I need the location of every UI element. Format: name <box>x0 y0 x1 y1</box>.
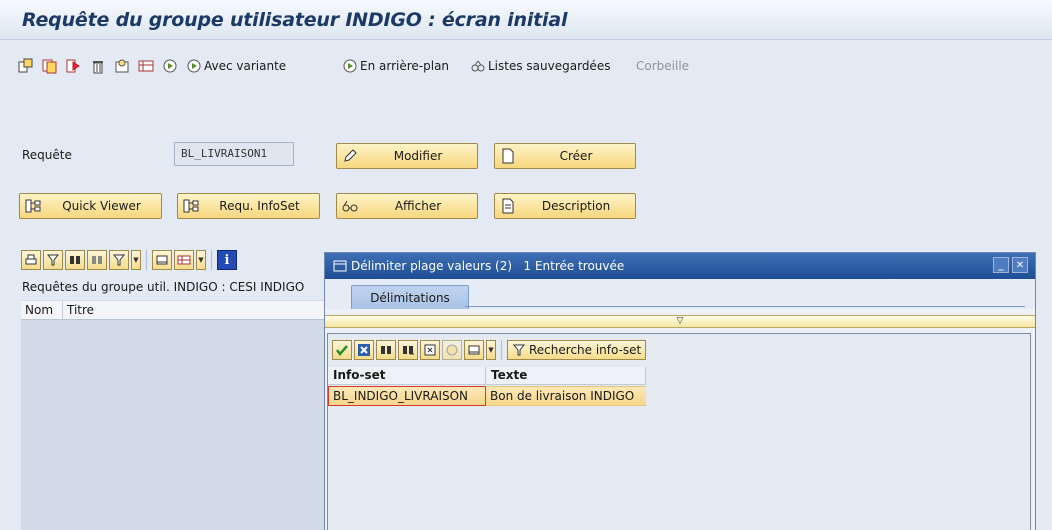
corbeille-label: Corbeille <box>636 59 690 73</box>
print-preview-icon[interactable] <box>464 340 484 360</box>
recherche-info-set-label: Recherche info-set <box>529 343 642 357</box>
dialog-title-bar: Délimiter plage valeurs (2) 1 Entrée tro… <box>325 253 1035 279</box>
value-help-dialog: Délimiter plage valeurs (2) 1 Entrée tro… <box>324 252 1036 530</box>
cell-info-set[interactable]: BL_INDIGO_LIVRAISON <box>328 386 486 406</box>
tab-delimitations[interactable]: Délimitations <box>351 285 469 309</box>
afficher-button[interactable]: Afficher <box>336 193 478 219</box>
find-next-icon[interactable] <box>87 250 107 270</box>
modifier-button[interactable]: Modifier <box>336 143 478 169</box>
filter-icon <box>512 344 526 356</box>
query-list <box>21 300 331 530</box>
listes-sauvegardees-button[interactable]: Listes sauvegardées <box>470 55 610 77</box>
tab-underline <box>465 306 1025 307</box>
recherche-info-set-button[interactable]: Recherche info-set <box>507 340 647 360</box>
creer-button[interactable]: Créer <box>494 143 636 169</box>
description-button[interactable]: Description <box>494 193 636 219</box>
column-header-info-set[interactable]: Info-set <box>328 367 486 384</box>
avec-variante-button[interactable]: Avec variante <box>186 55 286 77</box>
glasses-icon <box>337 194 363 218</box>
quick-viewer-button[interactable]: Quick Viewer <box>19 193 162 219</box>
list-toolbar: ▼ ▼ i <box>21 248 237 272</box>
infoset-icon <box>20 194 46 218</box>
toolbar-separator <box>146 250 147 270</box>
en-arriere-plan-button[interactable]: En arrière-plan <box>342 55 449 77</box>
help-icon[interactable] <box>442 340 462 360</box>
creer-label: Créer <box>559 149 593 163</box>
execute-icon[interactable] <box>18 55 34 77</box>
page-title: Requête du groupe utilisateur INDIGO : é… <box>22 9 568 31</box>
title-bar: Requête du groupe utilisateur INDIGO : é… <box>0 0 1052 40</box>
cancel-icon[interactable] <box>354 340 374 360</box>
en-arriere-plan-label: En arrière-plan <box>360 59 450 73</box>
column-header-texte[interactable]: Texte <box>486 367 646 384</box>
requete-field[interactable]: BL_LIVRAISON1 <box>174 142 294 166</box>
results-toolbar: ▼ Recherche info-set <box>332 340 647 360</box>
new-document-icon <box>495 144 521 168</box>
layout-dropdown-icon[interactable]: ▼ <box>196 250 206 270</box>
infoset-icon <box>178 194 204 218</box>
sort-icon[interactable] <box>420 340 440 360</box>
filter-icon[interactable] <box>109 250 129 270</box>
print-icon[interactable] <box>138 55 154 77</box>
close-icon[interactable]: ✕ <box>1012 257 1028 273</box>
layout-icon[interactable] <box>174 250 194 270</box>
query-list-header: Nom Titre <box>21 301 331 320</box>
requete-label: Requête <box>22 148 72 162</box>
print-dropdown-icon[interactable]: ▼ <box>486 340 496 360</box>
dialog-tabstrip: Délimitations <box>325 279 1035 309</box>
collapse-restrictions-toggle[interactable]: ▽ <box>325 315 1035 328</box>
description-label: Description <box>541 199 611 213</box>
print-preview-icon[interactable] <box>152 250 172 270</box>
column-header-titre[interactable]: Titre <box>63 301 331 319</box>
copy-icon[interactable] <box>42 55 58 77</box>
pencil-icon <box>337 144 363 168</box>
checkmark-icon[interactable] <box>332 340 352 360</box>
application-toolbar: Avec variante En arrière-plan Listes sau… <box>0 40 1052 96</box>
dialog-title: Délimiter plage valeurs (2) 1 Entrée tro… <box>351 259 625 273</box>
toolbar-separator <box>501 340 502 360</box>
afficher-label: Afficher <box>394 199 442 213</box>
delete-icon[interactable] <box>90 55 106 77</box>
filter-table-icon[interactable] <box>43 250 63 270</box>
corbeille-button: Corbeille <box>636 55 689 77</box>
requ-infoset-button[interactable]: Requ. InfoSet <box>177 193 320 219</box>
document-edit-icon <box>495 194 521 218</box>
find-next-icon[interactable] <box>398 340 418 360</box>
sort-icon[interactable] <box>114 55 130 77</box>
results-grid: ▼ Recherche info-set Info-set Texte BL_I… <box>327 333 1031 530</box>
listes-sauvegardees-label: Listes sauvegardées <box>488 59 611 73</box>
find-icon[interactable] <box>65 250 85 270</box>
avec-variante-label: Avec variante <box>204 59 287 73</box>
cell-texte[interactable]: Bon de livraison INDIGO <box>486 386 646 406</box>
table-row[interactable]: BL_INDIGO_LIVRAISON Bon de livraison IND… <box>328 386 646 406</box>
modifier-label: Modifier <box>393 149 443 163</box>
dialog-icon <box>333 260 347 272</box>
column-header-nom[interactable]: Nom <box>21 301 63 319</box>
skip-icon[interactable] <box>66 55 82 77</box>
info-icon[interactable]: i <box>217 250 237 270</box>
toolbar-separator <box>211 250 212 270</box>
minimize-icon[interactable]: _ <box>993 257 1009 273</box>
quick-viewer-label: Quick Viewer <box>62 199 141 213</box>
execute-clock-icon[interactable] <box>162 55 178 77</box>
find-icon[interactable] <box>376 340 396 360</box>
print-icon[interactable] <box>21 250 41 270</box>
requ-infoset-label: Requ. InfoSet <box>219 199 300 213</box>
list-title: Requêtes du groupe util. INDIGO : CESI I… <box>22 280 305 294</box>
results-header: Info-set Texte <box>328 367 646 385</box>
filter-dropdown-icon[interactable]: ▼ <box>131 250 141 270</box>
